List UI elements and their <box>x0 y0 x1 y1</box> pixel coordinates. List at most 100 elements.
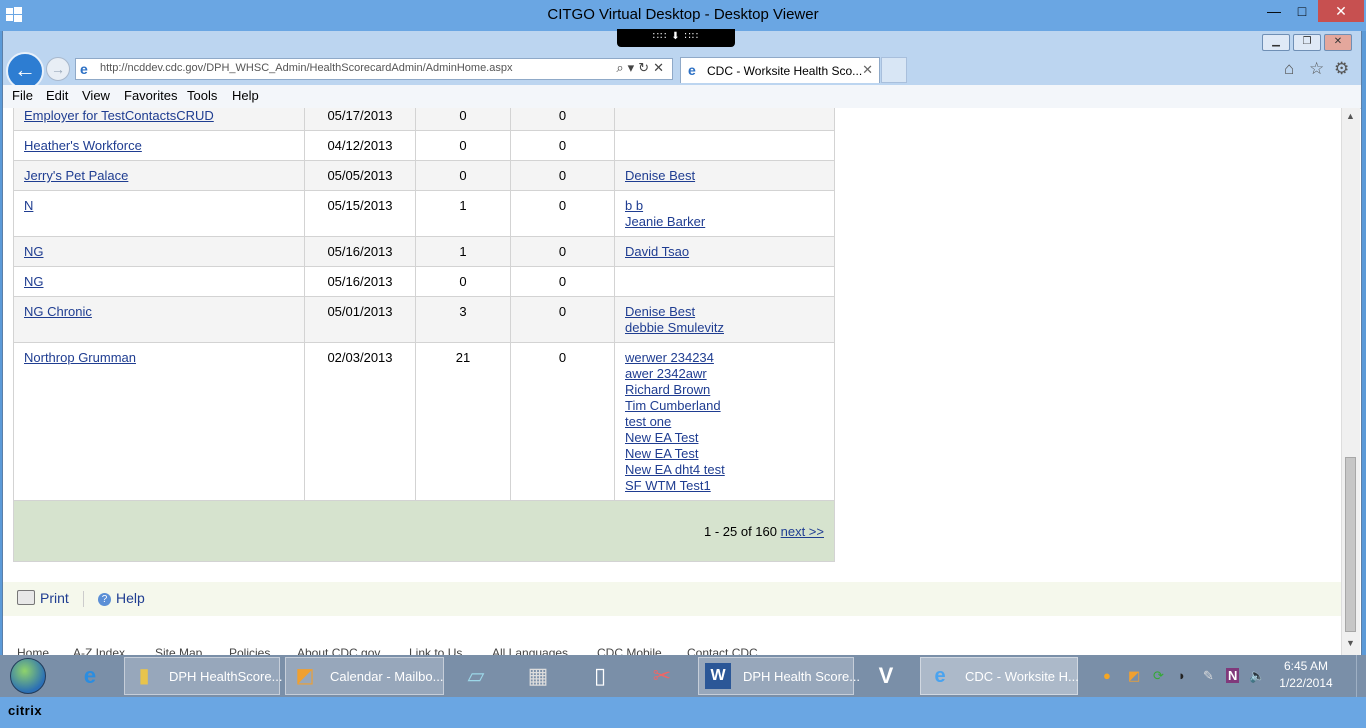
footer-link-home[interactable]: Home <box>17 646 49 655</box>
contacts-cell <box>614 130 835 161</box>
tab-close-icon[interactable]: ✕ <box>862 62 873 78</box>
footer-link-policies[interactable]: Policies <box>229 646 270 655</box>
footer-link-mobile[interactable]: CDC Mobile <box>597 646 662 655</box>
table-row: Northrop Grumman 02/03/2013 21 0 werwer 2342… <box>13 342 835 501</box>
contact-link[interactable]: New EA Test <box>625 446 824 462</box>
contact-link[interactable]: awer 2342awr <box>625 366 824 382</box>
contact-link[interactable]: SF WTM Test1 <box>625 478 824 494</box>
scroll-thumb[interactable] <box>1345 457 1356 632</box>
footer-link-contact[interactable]: Contact CDC <box>687 646 758 655</box>
employer-name-cell: Heather's Workforce <box>13 130 305 161</box>
employer-link[interactable]: Employer for TestContactsCRUD <box>24 108 294 124</box>
address-bar[interactable]: e http://ncddev.cdc.gov/DPH_WHSC_Admin/H… <box>75 58 673 80</box>
visio-pinned-icon[interactable]: V <box>858 658 914 694</box>
contact-link[interactable]: Jeanie Barker <box>625 214 824 230</box>
maximize-button[interactable]: □ <box>1290 0 1314 22</box>
ie-pinned-icon[interactable]: e <box>62 658 118 694</box>
help-link[interactable]: ? Help <box>98 590 145 606</box>
start-button[interactable] <box>4 656 50 696</box>
citrix-toolbar-handle[interactable]: ∷∷ ⬇ ∷∷ <box>617 29 735 47</box>
citrix-title-bar: CITGO Virtual Desktop - Desktop Viewer —… <box>0 0 1366 31</box>
onenote-icon[interactable]: N <box>1226 668 1240 683</box>
date-cell: 02/03/2013 <box>304 342 416 501</box>
home-icon[interactable]: ⌂ <box>1284 59 1294 79</box>
folder-icon: ▮ <box>138 665 150 687</box>
contact-link[interactable]: David Tsao <box>625 244 824 260</box>
gear-icon[interactable]: ⚙ <box>1334 59 1349 79</box>
contacts-cell: Denise Best debbie Smulevitz <box>614 296 835 343</box>
browser-tab[interactable]: e CDC - Worksite Health Sco... ✕ <box>680 57 880 83</box>
contact-link[interactable]: Tim Cumberland <box>625 398 824 414</box>
employer-link[interactable]: NG <box>24 274 294 290</box>
tray-tool-icon[interactable]: ✎ <box>1203 668 1214 684</box>
taskbar-button-outlook[interactable]: ◩ Calendar - Mailbo... <box>285 657 444 695</box>
footer-link-az-index[interactable]: A-Z Index <box>73 646 125 655</box>
employer-link[interactable]: Heather's Workforce <box>24 138 294 154</box>
footer-link-languages[interactable]: All Languages <box>492 646 568 655</box>
footer-link-link-to-us[interactable]: Link to Us <box>409 646 462 655</box>
ie-restore-button[interactable]: ❐ <box>1293 34 1321 51</box>
contact-link[interactable]: test one <box>625 414 824 430</box>
taskbar-label: Calendar - Mailbo... <box>330 669 444 684</box>
employer-name-cell: NG <box>13 266 305 297</box>
footer-links: Home A-Z Index Site Map Policies About C… <box>3 646 1341 655</box>
ie-minimize-button[interactable]: ▁ <box>1262 34 1290 51</box>
clock-time: 6:45 AM <box>1283 659 1329 673</box>
show-desktop-button[interactable] <box>1356 655 1366 697</box>
address-actions[interactable]: ⌕▾↻✕ <box>616 60 668 76</box>
ie-close-button[interactable]: ✕ <box>1324 34 1352 51</box>
menu-help[interactable]: Help <box>232 88 259 103</box>
document-pinned-icon[interactable]: ▯ <box>572 658 628 694</box>
snipping-pinned-icon[interactable]: ✂ <box>634 658 690 694</box>
tray-sync-icon[interactable]: ⟳ <box>1153 668 1164 684</box>
menu-tools[interactable]: Tools <box>187 88 217 103</box>
contact-link[interactable]: werwer 234234 <box>625 350 824 366</box>
contact-link[interactable]: Denise Best <box>625 168 824 184</box>
taskbar-label: CDC - Worksite H... <box>965 669 1079 684</box>
tray-outlook-icon[interactable]: ◩ <box>1128 668 1140 684</box>
volume-icon[interactable]: 🔈 <box>1249 668 1265 684</box>
contact-link[interactable]: Richard Brown <box>625 382 824 398</box>
forward-button[interactable]: → <box>46 57 70 81</box>
footer-link-about[interactable]: About CDC.gov <box>297 646 380 655</box>
count-cell: 0 <box>510 236 615 267</box>
menu-favorites[interactable]: Favorites <box>124 88 177 103</box>
calculator-pinned-icon[interactable]: ▦ <box>510 658 566 694</box>
footer-link-site-map[interactable]: Site Map <box>155 646 202 655</box>
table-row: NG Chronic 05/01/2013 3 0 Denise Best debbie … <box>13 296 835 343</box>
taskbar-button-word[interactable]: W DPH Health Score... <box>698 657 860 695</box>
contact-link[interactable]: New EA Test <box>625 430 824 446</box>
menu-file[interactable]: File <box>12 88 33 103</box>
tray-arrow-icon[interactable]: ● <box>1103 668 1111 683</box>
contact-link[interactable]: b b <box>625 198 824 214</box>
employer-link[interactable]: Jerry's Pet Palace <box>24 168 294 184</box>
print-link[interactable]: Print <box>17 590 69 606</box>
help-icon: ? <box>98 593 111 606</box>
menu-edit[interactable]: Edit <box>46 88 68 103</box>
close-button[interactable]: ✕ <box>1318 0 1364 22</box>
notepad-pinned-icon[interactable]: ▱ <box>448 658 504 694</box>
minimize-button[interactable]: — <box>1262 0 1286 22</box>
contact-link[interactable]: New EA dht4 test <box>625 462 824 478</box>
count-cell: 0 <box>415 130 511 161</box>
contacts-cell: Denise Best <box>614 160 835 191</box>
scroll-down-icon[interactable]: ▼ <box>1346 638 1355 648</box>
scroll-up-icon[interactable]: ▲ <box>1346 111 1355 121</box>
contact-link[interactable]: debbie Smulevitz <box>625 320 824 336</box>
taskbar-button-ie[interactable]: e CDC - Worksite H... <box>920 657 1079 695</box>
taskbar-label: DPH Health Score... <box>743 669 861 684</box>
menu-view[interactable]: View <box>82 88 110 103</box>
count-cell: 0 <box>510 296 615 343</box>
contact-link[interactable]: Denise Best <box>625 304 824 320</box>
tray-network-icon[interactable]: ◗ <box>1178 668 1186 683</box>
employer-link[interactable]: NG <box>24 244 294 260</box>
employer-link[interactable]: NG Chronic <box>24 304 294 320</box>
favorites-star-icon[interactable]: ☆ <box>1309 59 1324 79</box>
employer-link[interactable]: Northrop Grumman <box>24 350 294 366</box>
taskbar-button-explorer[interactable]: ▮ DPH HealthScore... <box>124 657 282 695</box>
next-page-link[interactable]: next >> <box>781 524 824 539</box>
vertical-scrollbar[interactable]: ▲ ▼ <box>1341 108 1360 655</box>
new-tab-button[interactable] <box>881 57 907 83</box>
employer-link[interactable]: N <box>24 198 294 214</box>
clock[interactable]: 6:45 AM 1/22/2014 <box>1276 658 1336 692</box>
